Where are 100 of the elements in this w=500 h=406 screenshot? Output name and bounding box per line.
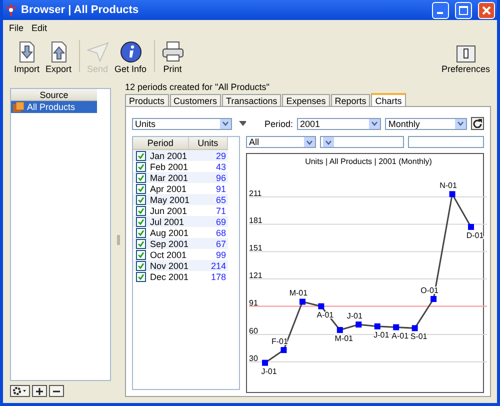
window-title: Browser | All Products [21,4,140,16]
filter-select[interactable]: All [246,136,316,148]
data-point [356,322,362,328]
interval-select[interactable]: Monthly [385,118,467,130]
data-point [449,191,456,198]
toolbar-button[interactable]: Export [42,41,75,74]
toolbar-button[interactable]: Get Info [112,41,150,74]
gear-icon [13,387,27,395]
data-point [299,298,306,305]
table-cell-text: Nov 2001 [150,260,190,270]
add-button[interactable] [32,385,47,397]
maximize-button[interactable] [455,2,472,18]
tab[interactable]: Expenses [282,94,330,106]
info-icon [120,41,142,63]
toolbar-button[interactable]: Import [11,41,43,74]
column-header[interactable]: Source [11,89,97,101]
table-cell-text: Jan 2001 [150,150,188,160]
checkbox[interactable] [136,172,146,182]
checkbox[interactable] [136,150,146,160]
table-cell-text: Mar 2001 [150,172,190,182]
dropdown-caret-icon[interactable] [220,118,232,128]
plus-icon [36,388,43,394]
table-cell-text: Oct 2001 [150,250,188,260]
close-icon [482,6,491,14]
data-point [262,360,268,366]
data-point [430,296,437,302]
table-cell-text: 68 [214,228,227,238]
search-field[interactable] [408,136,484,148]
source-item[interactable]: All Products [11,101,97,113]
table-cell-text: 96 [214,172,227,182]
checkbox[interactable] [136,194,146,204]
year-select[interactable]: 2001 [296,118,382,130]
preferences-button[interactable]: Preferences [438,45,493,74]
table-cell-text: 65 [214,194,227,204]
dropdown-select[interactable] [320,136,404,148]
point-label: J-01 [261,366,277,376]
table-cell-text: 69 [214,216,227,226]
paper-plane-icon [86,41,109,63]
menu-item[interactable]: Edit [32,23,48,33]
remove-button[interactable] [49,385,64,397]
close-button[interactable] [478,2,495,18]
checkbox[interactable] [136,228,146,238]
tab[interactable]: Charts [371,93,406,106]
column-header[interactable]: Units [188,137,228,149]
data-point [412,325,418,332]
dropdown-caret-icon[interactable] [323,137,334,147]
tab[interactable]: Transactions [222,94,282,106]
printer-icon [162,41,184,63]
point-label: M-01 [289,288,308,298]
y-axis-tick-label: 181 [249,216,262,226]
table-cell-text: Feb 2001 [150,162,190,172]
maximize-icon [459,6,468,14]
table-cell-text: Dec 2001 [150,272,190,282]
point-label: S-01 [410,332,428,342]
table-cell-text: 71 [214,206,227,216]
checkbox[interactable] [136,238,146,248]
refresh-button[interactable] [470,117,484,130]
table-cell-text: Aug 2001 [150,228,190,238]
table-cell-text: Jul 2001 [150,216,186,226]
filter-triangle-icon[interactable] [239,120,246,126]
checkbox[interactable] [136,184,146,194]
checkbox[interactable] [136,250,146,260]
chart-title: Units | All Products | 2001 (Monthly) [305,157,432,166]
data-point [393,324,400,330]
table-cell-text: Jun 2001 [150,206,188,216]
tab[interactable]: Reports [330,94,370,106]
checkbox[interactable] [136,272,146,282]
table-cell-text: Sep 2001 [150,238,190,248]
toolbar-button[interactable]: Print [158,41,187,74]
tab[interactable]: Customers [170,94,222,106]
point-label: A-01 [392,331,409,340]
data-point [336,327,343,333]
measure-select[interactable]: Units [132,118,232,130]
tab[interactable]: Products [125,94,169,106]
splitter-grip[interactable] [116,234,120,244]
y-axis-tick-label: 60 [249,326,258,336]
status-message: 12 periods created for "All Products" [125,82,270,92]
table-cell-text: 178 [210,272,227,282]
minimize-button[interactable] [432,2,449,18]
dropdown-caret-icon[interactable] [369,118,380,128]
checkbox[interactable] [136,260,146,270]
checkbox[interactable] [136,162,146,172]
y-axis-tick-label: 121 [249,270,262,280]
data-point [280,347,287,354]
table-cell-text: 91 [214,184,227,194]
table-cell-text: 99 [214,250,227,260]
settings-button[interactable] [10,385,30,397]
point-label: J-01 [374,330,390,340]
checkbox[interactable] [136,216,146,226]
y-axis-tick-label: 91 [249,298,258,308]
column-header[interactable]: Period [133,137,189,149]
period-label: Period: [264,118,293,128]
point-label: N-01 [440,181,457,190]
dropdown-caret-icon[interactable] [454,118,466,128]
y-axis-tick-label: 30 [249,354,258,363]
checkbox[interactable] [136,206,146,216]
menu-item[interactable]: File [9,23,24,33]
point-label: J-01 [346,312,362,321]
table-cell-text: 29 [214,150,227,160]
dropdown-caret-icon[interactable] [304,137,316,147]
